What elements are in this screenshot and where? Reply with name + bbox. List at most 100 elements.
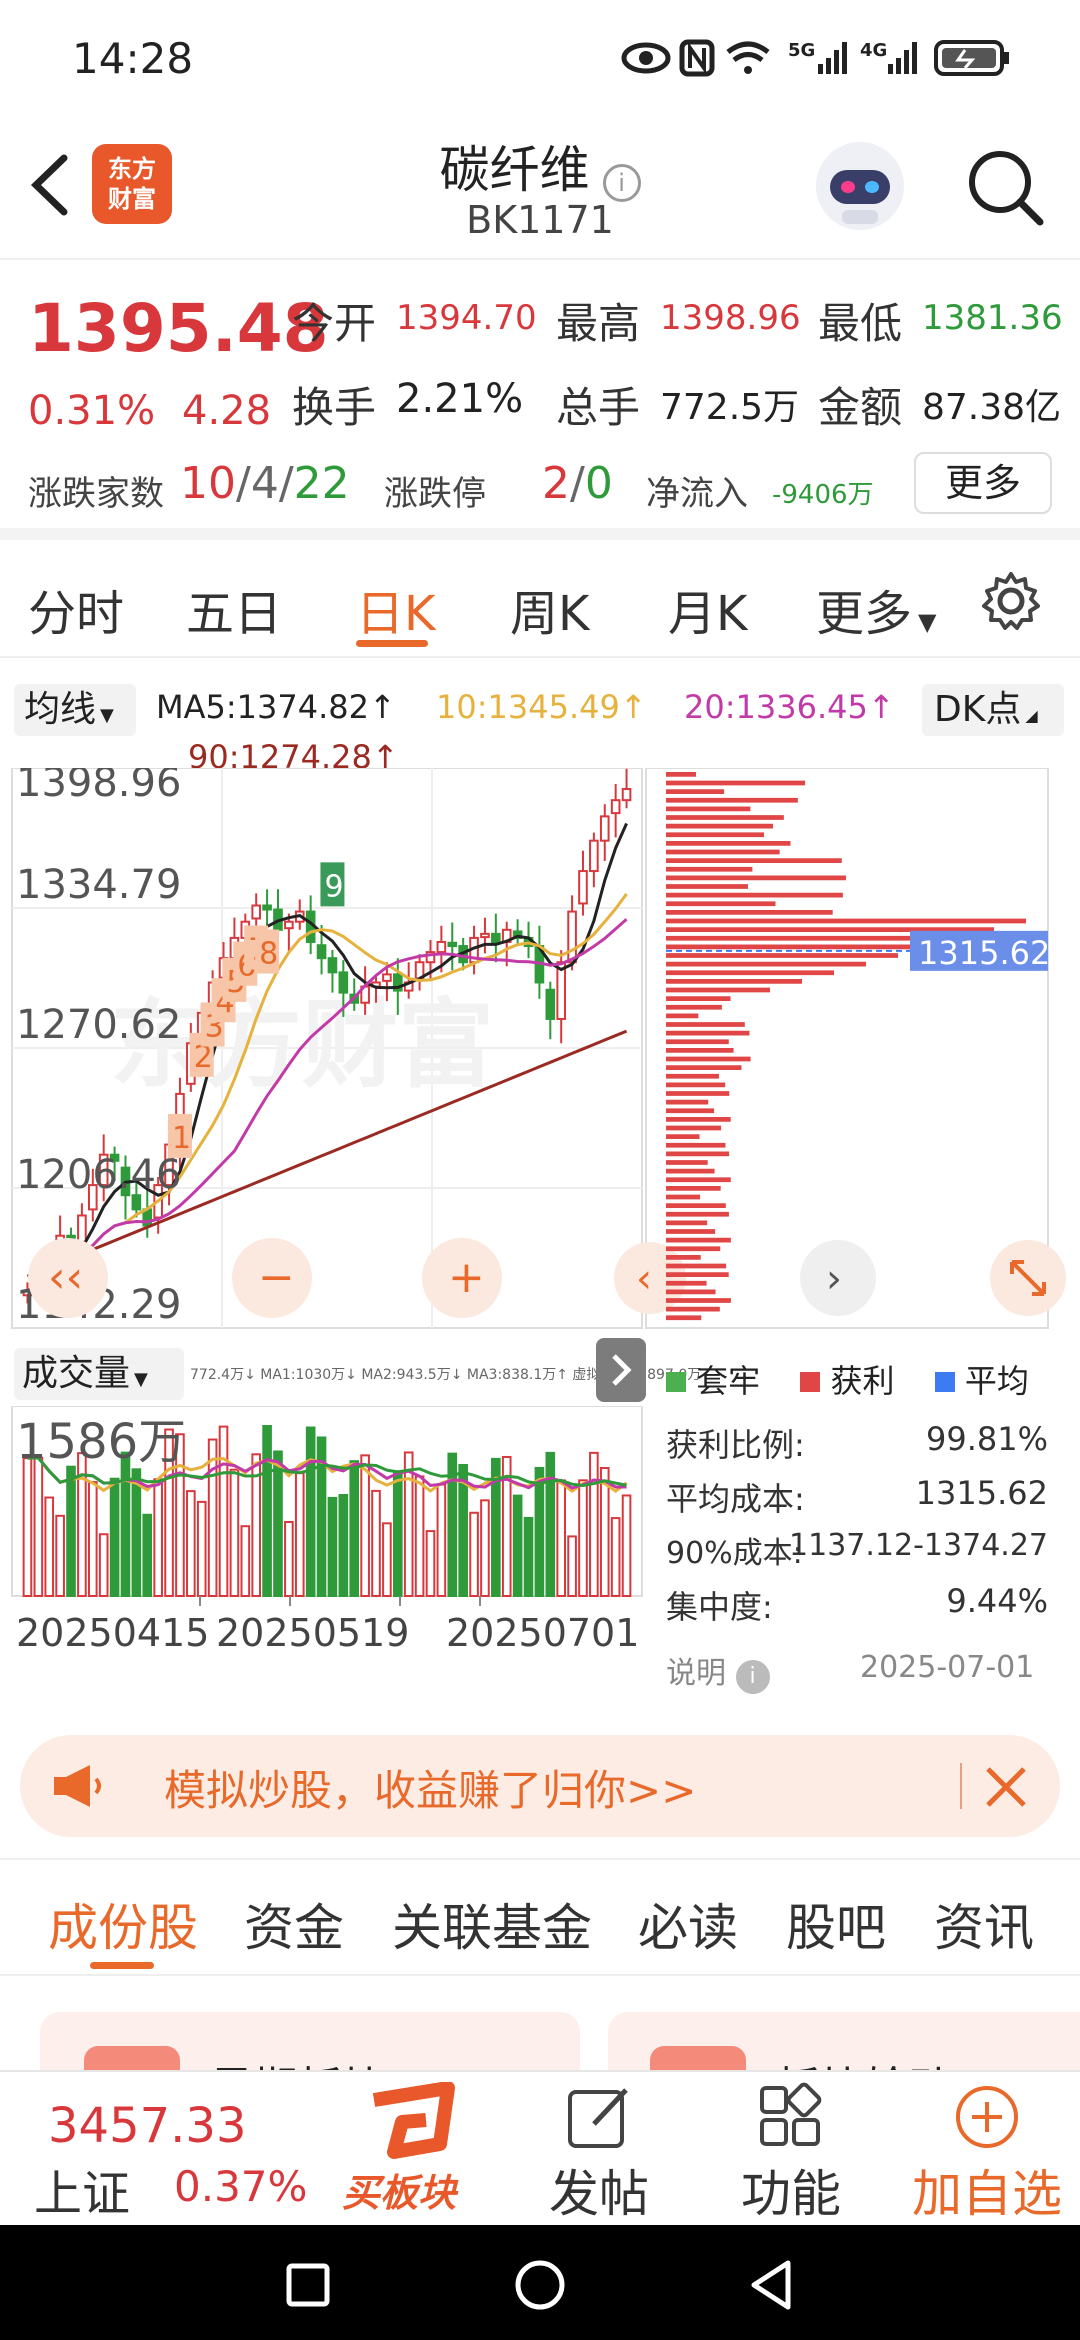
volume-bar — [327, 1496, 338, 1597]
signal-label: 1 — [172, 1121, 191, 1156]
back-icon[interactable] — [748, 2259, 796, 2311]
volume-bar — [360, 1454, 370, 1597]
tab-funds[interactable]: 资金 — [244, 1888, 344, 1960]
header: 东方 财富 碳纤维 i BK1171 — [0, 120, 1080, 260]
y-axis-label: 1398.96 — [16, 768, 181, 806]
dk-point-button[interactable]: DK点 ◢ — [922, 684, 1064, 736]
tab-must-read[interactable]: 必读 — [638, 1888, 738, 1960]
chip-bar — [666, 849, 780, 855]
tab-constituents[interactable]: 成份股 — [48, 1888, 198, 1960]
chevron-left-icon: ‹ — [636, 1256, 652, 1302]
tab-more[interactable]: 更多 ▼ — [816, 574, 936, 644]
average-cost-label: 1315.62 — [918, 934, 1050, 972]
robot-assistant-icon[interactable] — [812, 138, 908, 234]
add-watchlist-button[interactable]: 加自选 — [902, 2082, 1072, 2223]
svg-text:4G: 4G — [860, 40, 887, 61]
chip-bar — [666, 918, 1026, 924]
volume-selector[interactable]: 成交量 ▼ — [14, 1348, 184, 1400]
buy-board-icon — [372, 2081, 455, 2159]
recent-apps-icon[interactable] — [286, 2263, 330, 2307]
tab-weekly-k[interactable]: 周K — [510, 574, 589, 644]
expand-panel-button[interactable] — [596, 1338, 646, 1402]
chip-bar — [666, 987, 770, 993]
volume-bar — [578, 1479, 588, 1597]
caret-down-icon: ▼ — [134, 1369, 148, 1390]
tab-daily-k[interactable]: 日K — [356, 574, 435, 644]
chip-date: 2025-07-01 — [860, 1650, 1035, 1685]
home-icon[interactable] — [514, 2259, 566, 2311]
netflow-value: -9406万 — [772, 480, 874, 510]
wifi-icon — [726, 41, 770, 74]
tab-forum[interactable]: 股吧 — [786, 1888, 886, 1960]
chip-bar — [666, 866, 753, 872]
candle-body — [589, 839, 599, 873]
ma-selector[interactable]: 均线 ▼ — [14, 684, 136, 736]
legend-trapped: 套牢 — [696, 1362, 761, 1400]
candle-body — [251, 904, 262, 920]
tab-news[interactable]: 资讯 — [934, 1888, 1034, 1960]
tab-monthly-k[interactable]: 月K — [668, 574, 747, 644]
chip-bar — [666, 1229, 716, 1234]
index-value[interactable]: 3457.33 — [48, 2098, 247, 2154]
volume-bar — [425, 1530, 436, 1597]
y-axis-label: 1270.62 — [16, 1002, 181, 1048]
promo-banner[interactable]: 模拟炒股，收益赚了归你>> — [20, 1735, 1060, 1837]
open-label: 今开 — [292, 299, 377, 348]
volume-bar — [512, 1494, 523, 1597]
current-price: 1395.48 — [28, 290, 329, 367]
search-button[interactable] — [962, 144, 1048, 230]
high-label: 最高 — [556, 299, 641, 348]
settings-button[interactable] — [980, 570, 1042, 632]
candle-body — [545, 988, 556, 1020]
index-name[interactable]: 上证 — [34, 2154, 130, 2224]
netflow-label: 净流入 — [646, 474, 748, 514]
low-label: 最低 — [818, 299, 903, 348]
chip-bar — [666, 1186, 721, 1191]
info-icon[interactable]: i — [602, 163, 641, 202]
board-code: BK1171 — [466, 198, 614, 242]
chip-bar — [666, 1255, 701, 1260]
minus-icon: − — [258, 1252, 295, 1303]
volume-bar — [480, 1499, 490, 1597]
chip-bar — [666, 797, 798, 803]
chip-bar — [666, 1203, 726, 1208]
active-tab-indicator — [356, 640, 428, 647]
legend-swatch — [666, 1372, 686, 1392]
chip-bar — [666, 815, 784, 820]
candle-body — [491, 932, 501, 943]
scroll-left-icon: ‹‹ — [48, 1252, 83, 1303]
candle-body — [338, 971, 349, 994]
chip-bar — [666, 961, 866, 967]
buy-board-button[interactable]: 买板块 — [336, 2081, 486, 2222]
function-button[interactable]: 功能 — [736, 2082, 846, 2223]
volume-bar — [98, 1533, 109, 1598]
volume-bar — [55, 1514, 65, 1597]
close-promo-button[interactable] — [978, 1759, 1034, 1815]
page-title: 碳纤维 — [439, 141, 590, 199]
caret-down-icon: ▼ — [100, 705, 114, 726]
kline-svg[interactable]: 东方财富1234567891398.961334.791270.621206.4… — [0, 768, 1080, 1368]
volume-bar — [196, 1500, 207, 1597]
post-button[interactable]: 发帖 — [544, 2082, 654, 2223]
signal-icon-2 — [888, 42, 917, 74]
chip-bar — [666, 1263, 727, 1269]
chip-bar — [666, 1280, 707, 1286]
chip-note-link[interactable]: 说明 i — [666, 1648, 770, 1694]
tab-intraday[interactable]: 分时 — [28, 574, 124, 644]
chip-bar — [666, 1289, 716, 1295]
bottom-nav: 3457.33 上证 0.37% 买板块 发帖 功能 加自选 — [0, 2070, 1080, 2225]
chip-bar — [666, 1177, 731, 1183]
search-icon — [969, 151, 1044, 226]
volume-bar — [218, 1425, 229, 1597]
more-button[interactable]: 更多 — [914, 452, 1052, 514]
tab-five-day[interactable]: 五日 — [186, 574, 282, 644]
tab-related-funds[interactable]: 关联基金 — [392, 1888, 592, 1960]
volume-bar — [534, 1466, 545, 1597]
chip-bar — [666, 1168, 715, 1174]
volume-bar — [567, 1535, 577, 1597]
open-value: 1394.70 — [396, 298, 537, 338]
chip-bar — [666, 806, 751, 812]
date-axis-label: 20250415 — [16, 1611, 209, 1655]
volume-bar — [284, 1521, 294, 1597]
chip-bar — [666, 979, 802, 984]
